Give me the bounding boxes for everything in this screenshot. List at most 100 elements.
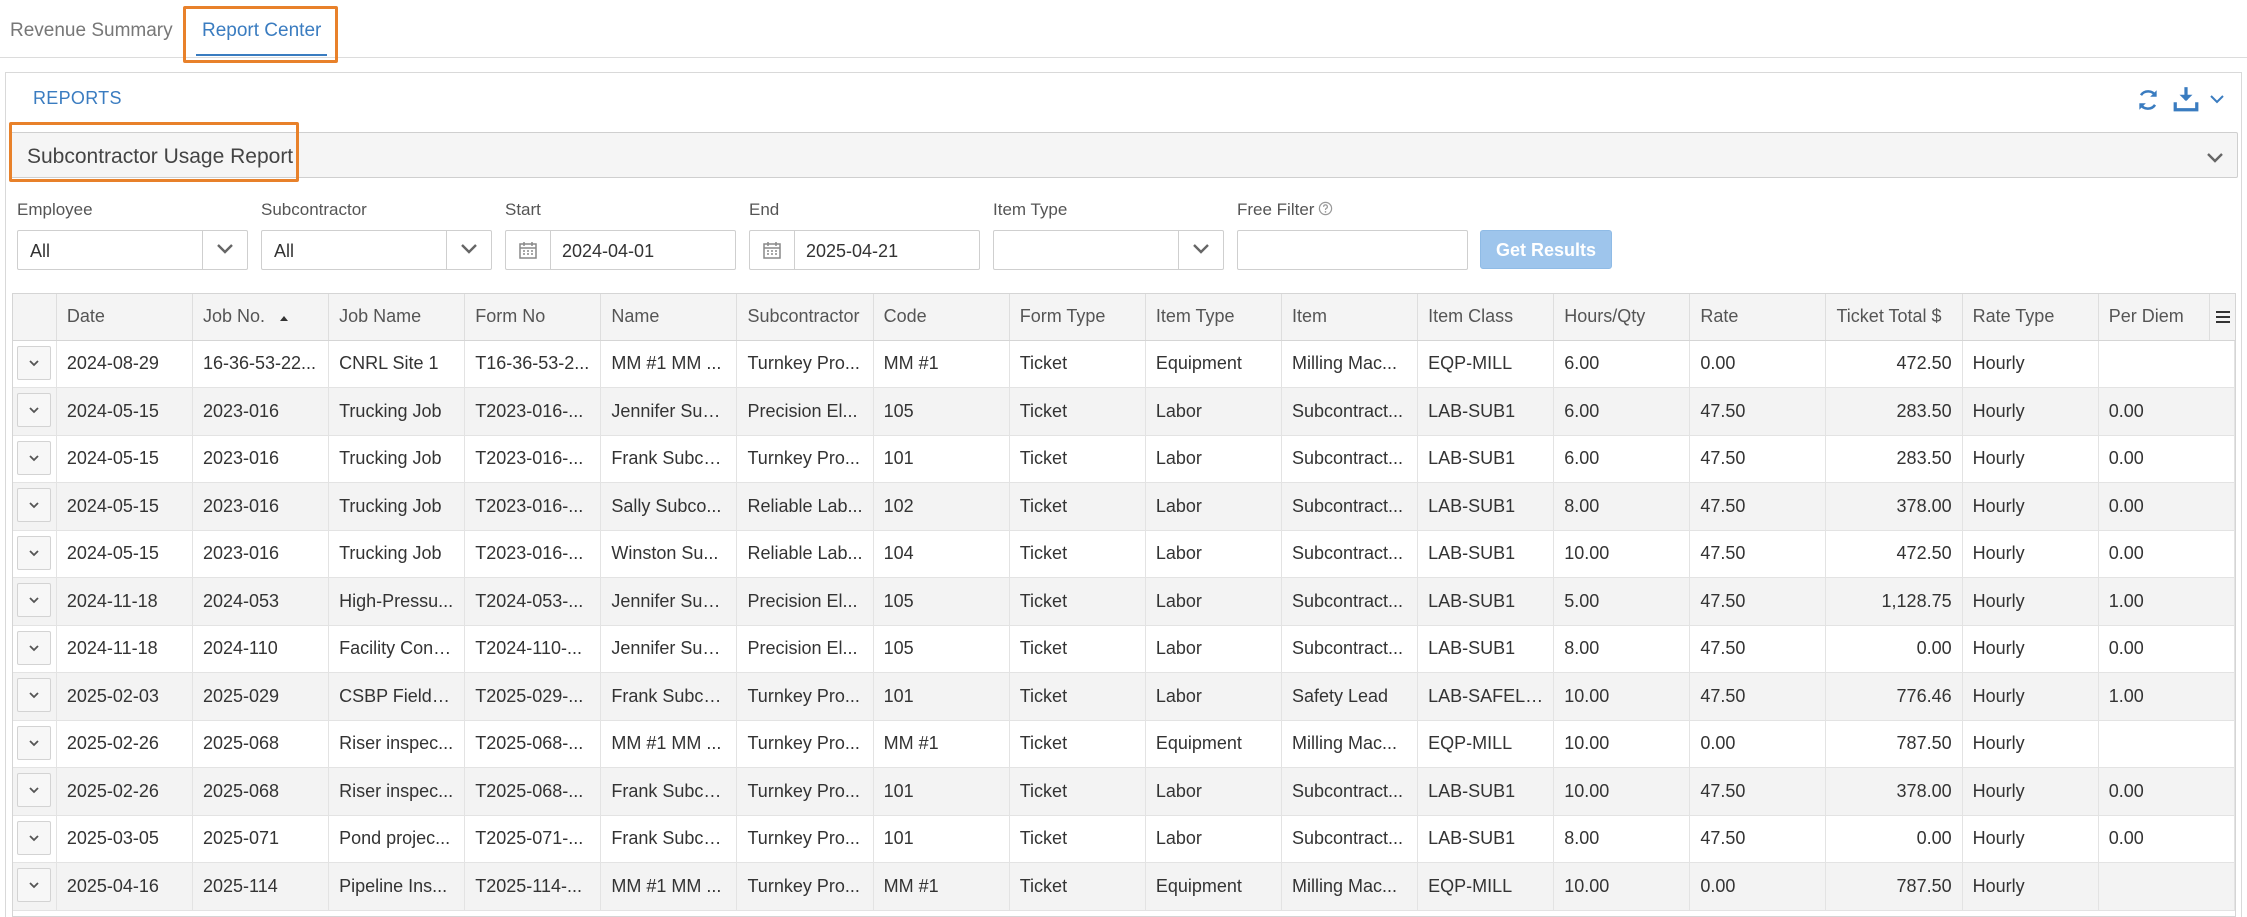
column-header[interactable]: Job No.	[192, 294, 330, 341]
table-cell: Labor	[1145, 815, 1282, 863]
table-cell: EQP-MILL	[1417, 862, 1555, 911]
chevron-down-icon	[2207, 153, 2223, 163]
table-cell: 47.50	[1689, 435, 1827, 483]
table-row[interactable]: 2025-02-26 2025-068 Riser inspec... T2025-0…	[13, 767, 2235, 816]
column-header[interactable]: Item Type	[1145, 294, 1282, 341]
table-cell: Hourly	[1962, 387, 2099, 436]
refresh-icon[interactable]	[2135, 87, 2161, 113]
row-expand-button[interactable]	[17, 535, 52, 570]
chevron-down-icon	[29, 455, 40, 462]
item-type-dropdown-button[interactable]	[1178, 231, 1223, 269]
table-cell: Hourly	[1962, 720, 2099, 768]
expand-cell	[13, 530, 57, 578]
get-results-button[interactable]: Get Results	[1480, 230, 1612, 269]
help-icon[interactable]	[1318, 201, 1333, 216]
table-row[interactable]: 2024-08-29 16-36-53-22... CNRL Site 1 T16-3…	[13, 340, 2235, 388]
row-expand-button[interactable]	[17, 773, 52, 808]
table-cell: 105	[873, 625, 1010, 673]
table-cell: 16-36-53-22...	[192, 340, 330, 388]
table-cell: LAB-SUB1	[1417, 530, 1555, 578]
row-expand-button[interactable]	[17, 345, 52, 380]
start-date-field[interactable]: 2024-04-01	[505, 230, 736, 270]
table-row[interactable]: 2024-05-15 2023-016 Trucking Job T2023-016-…	[13, 387, 2235, 436]
table-cell: Ticket	[1009, 815, 1146, 863]
column-header[interactable]: Name	[600, 294, 738, 341]
table-row[interactable]: 2025-03-05 2025-071 Pond projec... T2025-07…	[13, 815, 2235, 863]
tab-report-center[interactable]: Report Center	[196, 20, 328, 56]
table-row[interactable]: 2025-04-16 2025-114 Pipeline Ins... T2025-1…	[13, 862, 2235, 911]
row-expand-button[interactable]	[17, 868, 52, 903]
column-header[interactable]: Form No	[464, 294, 602, 341]
row-expand-button[interactable]	[17, 583, 52, 618]
column-header-label: Ticket Total $	[1836, 306, 1942, 327]
subcontractor-label: Subcontractor	[261, 200, 367, 219]
subcontractor-select[interactable]: All	[261, 230, 492, 270]
table-cell: 6.00	[1553, 435, 1691, 483]
row-expand-button[interactable]	[17, 678, 52, 713]
subcontractor-dropdown-button[interactable]	[446, 231, 491, 269]
table-cell: 2023-016	[192, 530, 330, 578]
table-cell: Jennifer Sub...	[600, 577, 738, 626]
column-header[interactable]: Date	[56, 294, 193, 341]
item-type-select[interactable]	[993, 230, 1224, 270]
table-row[interactable]: 2025-02-03 2025-029 CSBP Field J... T2025-0…	[13, 672, 2235, 721]
table-cell: Sally Subco...	[600, 482, 738, 531]
row-expand-button[interactable]	[17, 725, 52, 760]
table-cell: 8.00	[1553, 815, 1691, 863]
row-expand-button[interactable]	[17, 630, 52, 665]
table-cell: 0.00	[1689, 340, 1827, 388]
row-expand-button[interactable]	[17, 393, 52, 428]
end-date-field[interactable]: 2025-04-21	[749, 230, 980, 270]
table-cell: 10.00	[1553, 862, 1691, 911]
column-header[interactable]: Hours/Qty	[1553, 294, 1691, 341]
row-expand-button[interactable]	[17, 820, 52, 855]
table-row[interactable]: 2024-05-15 2023-016 Trucking Job T2023-016-…	[13, 435, 2235, 483]
table-row[interactable]: 2024-11-18 2024-053 High-Pressu... T2024-05…	[13, 577, 2235, 626]
end-calendar-button[interactable]	[750, 231, 795, 269]
column-header[interactable]: Rate	[1689, 294, 1827, 341]
table-cell: 47.50	[1689, 482, 1827, 531]
column-header[interactable]: Subcontractor	[736, 294, 874, 341]
expand-cell	[13, 720, 57, 768]
column-header[interactable]: Form Type	[1009, 294, 1146, 341]
table-cell: EQP-MILL	[1417, 720, 1555, 768]
table-cell: Equipment	[1145, 340, 1282, 388]
row-expand-button[interactable]	[17, 440, 52, 475]
column-header[interactable]: Ticket Total $	[1825, 294, 1963, 341]
table-cell: 0.00	[1689, 720, 1827, 768]
download-menu-chevron-icon[interactable]	[2209, 91, 2225, 107]
chevron-down-icon	[29, 360, 40, 367]
end-label: End	[749, 200, 780, 219]
column-header[interactable]: Code	[873, 294, 1010, 341]
table-row[interactable]: 2024-05-15 2023-016 Trucking Job T2023-016-…	[13, 482, 2235, 531]
column-header[interactable]: Job Name	[328, 294, 466, 341]
employee-dropdown-button[interactable]	[202, 231, 247, 269]
table-cell: T16-36-53-2...	[464, 340, 602, 388]
start-calendar-button[interactable]	[506, 231, 551, 269]
table-cell: Jennifer Sub...	[600, 625, 738, 673]
expand-cell	[13, 340, 57, 388]
column-menu-icon[interactable]	[2209, 294, 2235, 340]
table-cell: Riser inspec...	[328, 767, 466, 816]
column-header[interactable]: Item Class	[1417, 294, 1555, 341]
table-row[interactable]: 2024-11-18 2024-110 Facility Cons... T2024-…	[13, 625, 2235, 673]
row-expand-button[interactable]	[17, 488, 52, 523]
table-cell: 0.00	[2098, 387, 2235, 436]
download-icon[interactable]	[2173, 85, 2199, 113]
employee-select[interactable]: All	[17, 230, 248, 270]
column-header[interactable]: Rate Type	[1962, 294, 2099, 341]
table-cell: 8.00	[1553, 625, 1691, 673]
column-header-label: Item	[1291, 306, 1327, 327]
table-row[interactable]: 2025-02-26 2025-068 Riser inspec... T2025-0…	[13, 720, 2235, 768]
table-cell: 8.00	[1553, 482, 1691, 531]
tab-revenue-summary[interactable]: Revenue Summary	[10, 20, 173, 42]
column-header[interactable]: Item	[1281, 294, 1419, 341]
table-row[interactable]: 2024-05-15 2023-016 Trucking Job T2023-016-…	[13, 530, 2235, 578]
free-filter-input[interactable]	[1237, 230, 1468, 270]
table-cell: Hourly	[1962, 530, 2099, 578]
report-select[interactable]: Subcontractor Usage Report	[9, 132, 2238, 178]
table-cell: 6.00	[1553, 340, 1691, 388]
table-cell: 47.50	[1689, 672, 1827, 721]
chevron-down-icon	[29, 740, 40, 747]
table-cell: T2025-068-...	[464, 720, 602, 768]
